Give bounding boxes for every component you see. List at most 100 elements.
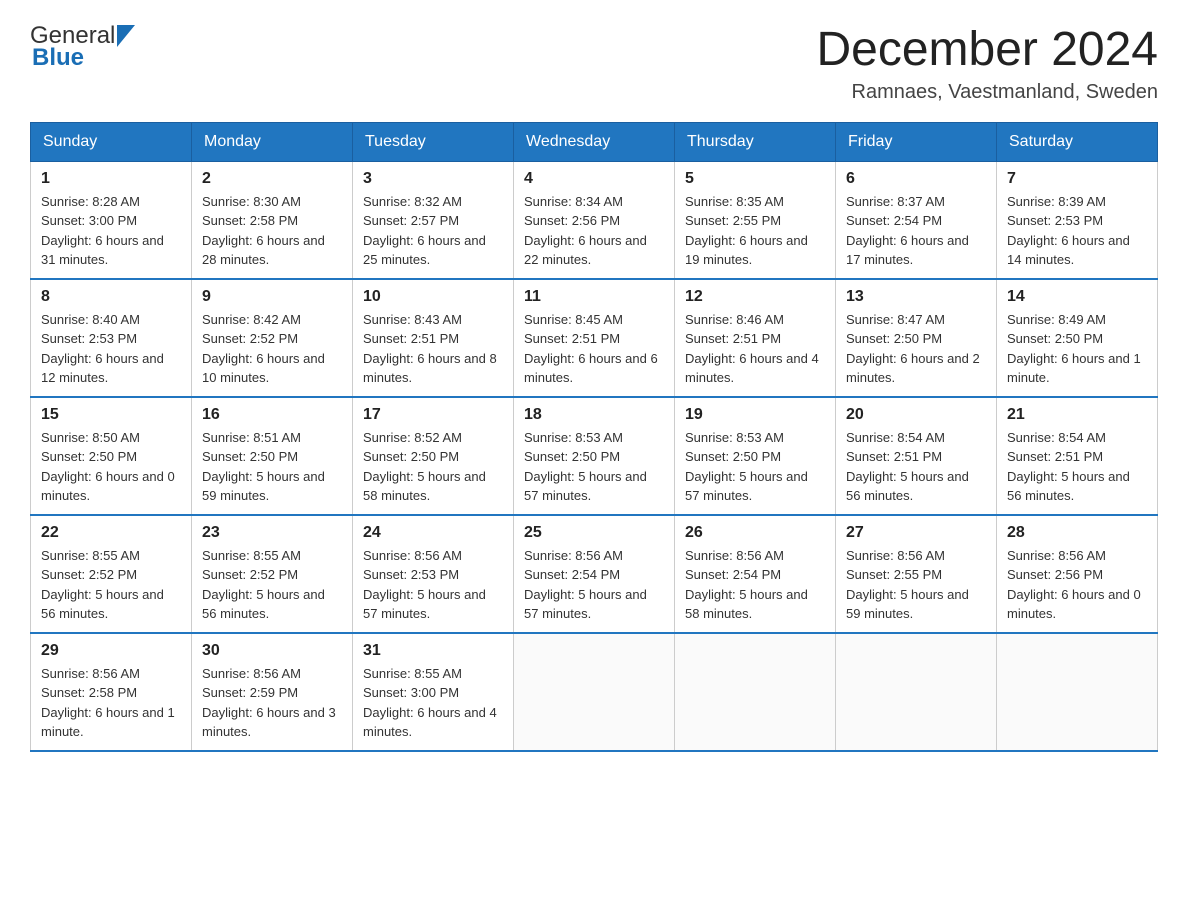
day-info: Sunrise: 8:55 AMSunset: 3:00 PMDaylight:… [363,664,503,742]
calendar-cell: 14 Sunrise: 8:49 AMSunset: 2:50 PMDayligh… [997,279,1158,397]
day-number: 16 [202,406,342,424]
calendar-cell: 31 Sunrise: 8:55 AMSunset: 3:00 PMDayligh… [353,633,514,751]
logo: General Blue [30,24,135,70]
day-info: Sunrise: 8:55 AMSunset: 2:52 PMDaylight:… [41,546,181,624]
calendar-cell: 13 Sunrise: 8:47 AMSunset: 2:50 PMDayligh… [836,279,997,397]
week-row-4: 22 Sunrise: 8:55 AMSunset: 2:52 PMDayligh… [31,515,1158,633]
week-row-1: 1 Sunrise: 8:28 AMSunset: 3:00 PMDaylight… [31,161,1158,279]
day-info: Sunrise: 8:37 AMSunset: 2:54 PMDaylight:… [846,192,986,270]
calendar-cell: 25Sunrise: 8:56 AMSunset: 2:54 PMDayligh… [514,515,675,633]
day-number: 28 [1007,524,1147,542]
header-sunday: Sunday [31,122,192,161]
day-info: Sunrise: 8:32 AMSunset: 2:57 PMDaylight:… [363,192,503,270]
day-number: 23 [202,524,342,542]
day-info: Sunrise: 8:56 AMSunset: 2:58 PMDaylight:… [41,664,181,742]
day-info: Sunrise: 8:35 AMSunset: 2:55 PMDaylight:… [685,192,825,270]
header-friday: Friday [836,122,997,161]
day-number: 13 [846,288,986,306]
day-info: Sunrise: 8:53 AMSunset: 2:50 PMDaylight:… [524,428,664,506]
day-number: 27 [846,524,986,542]
header-row: SundayMondayTuesdayWednesdayThursdayFrid… [31,122,1158,161]
calendar-cell: 20 Sunrise: 8:54 AMSunset: 2:51 PMDayligh… [836,397,997,515]
calendar-cell: 11 Sunrise: 8:45 AMSunset: 2:51 PMDayligh… [514,279,675,397]
day-info: Sunrise: 8:52 AMSunset: 2:50 PMDaylight:… [363,428,503,506]
subtitle: Ramnaes, Vaestmanland, Sweden [816,81,1158,104]
day-number: 26 [685,524,825,542]
calendar-cell: 4Sunrise: 8:34 AMSunset: 2:56 PMDaylight… [514,161,675,279]
week-row-5: 29 Sunrise: 8:56 AMSunset: 2:58 PMDayligh… [31,633,1158,751]
calendar-cell: 18 Sunrise: 8:53 AMSunset: 2:50 PMDayligh… [514,397,675,515]
header-saturday: Saturday [997,122,1158,161]
calendar-cell [836,633,997,751]
calendar-body: 1 Sunrise: 8:28 AMSunset: 3:00 PMDaylight… [31,161,1158,751]
day-info: Sunrise: 8:49 AMSunset: 2:50 PMDaylight:… [1007,310,1147,388]
day-number: 20 [846,406,986,424]
header-tuesday: Tuesday [353,122,514,161]
day-number: 11 [524,288,664,306]
calendar-cell: 7 Sunrise: 8:39 AMSunset: 2:53 PMDaylight… [997,161,1158,279]
day-info: Sunrise: 8:43 AMSunset: 2:51 PMDaylight:… [363,310,503,388]
day-number: 29 [41,642,181,660]
calendar-cell: 30Sunrise: 8:56 AMSunset: 2:59 PMDayligh… [192,633,353,751]
day-number: 19 [685,406,825,424]
day-info: Sunrise: 8:56 AMSunset: 2:53 PMDaylight:… [363,546,503,624]
calendar-cell: 12 Sunrise: 8:46 AMSunset: 2:51 PMDayligh… [675,279,836,397]
day-number: 1 [41,170,181,188]
header-thursday: Thursday [675,122,836,161]
day-info: Sunrise: 8:40 AMSunset: 2:53 PMDaylight:… [41,310,181,388]
calendar-cell: 21Sunrise: 8:54 AMSunset: 2:51 PMDayligh… [997,397,1158,515]
day-info: Sunrise: 8:30 AMSunset: 2:58 PMDaylight:… [202,192,342,270]
day-number: 15 [41,406,181,424]
calendar-cell: 23 Sunrise: 8:55 AMSunset: 2:52 PMDayligh… [192,515,353,633]
day-number: 9 [202,288,342,306]
day-number: 8 [41,288,181,306]
logo-blue-text: Blue [32,46,84,70]
day-number: 30 [202,642,342,660]
day-number: 14 [1007,288,1147,306]
calendar-cell: 9 Sunrise: 8:42 AMSunset: 2:52 PMDaylight… [192,279,353,397]
day-info: Sunrise: 8:54 AMSunset: 2:51 PMDaylight:… [846,428,986,506]
day-info: Sunrise: 8:53 AMSunset: 2:50 PMDaylight:… [685,428,825,506]
day-info: Sunrise: 8:28 AMSunset: 3:00 PMDaylight:… [41,192,181,270]
day-number: 18 [524,406,664,424]
calendar-cell [514,633,675,751]
day-info: Sunrise: 8:56 AMSunset: 2:54 PMDaylight:… [685,546,825,624]
calendar-cell: 17 Sunrise: 8:52 AMSunset: 2:50 PMDayligh… [353,397,514,515]
day-number: 10 [363,288,503,306]
header-monday: Monday [192,122,353,161]
day-info: Sunrise: 8:34 AMSunset: 2:56 PMDaylight:… [524,192,664,270]
main-title: December 2024 [816,24,1158,77]
day-number: 7 [1007,170,1147,188]
day-info: Sunrise: 8:39 AMSunset: 2:53 PMDaylight:… [1007,192,1147,270]
week-row-2: 8 Sunrise: 8:40 AMSunset: 2:53 PMDaylight… [31,279,1158,397]
page-header: General Blue December 2024 Ramnaes, Vaes… [30,24,1158,104]
day-info: Sunrise: 8:50 AMSunset: 2:50 PMDaylight:… [41,428,181,506]
calendar-cell: 8 Sunrise: 8:40 AMSunset: 2:53 PMDaylight… [31,279,192,397]
calendar-cell [675,633,836,751]
logo-arrow-icon [117,25,135,47]
day-info: Sunrise: 8:45 AMSunset: 2:51 PMDaylight:… [524,310,664,388]
day-info: Sunrise: 8:42 AMSunset: 2:52 PMDaylight:… [202,310,342,388]
day-number: 6 [846,170,986,188]
day-number: 21 [1007,406,1147,424]
calendar-table: SundayMondayTuesdayWednesdayThursdayFrid… [30,122,1158,752]
calendar-cell: 26 Sunrise: 8:56 AMSunset: 2:54 PMDayligh… [675,515,836,633]
day-info: Sunrise: 8:47 AMSunset: 2:50 PMDaylight:… [846,310,986,388]
day-number: 3 [363,170,503,188]
day-info: Sunrise: 8:46 AMSunset: 2:51 PMDaylight:… [685,310,825,388]
calendar-cell: 29 Sunrise: 8:56 AMSunset: 2:58 PMDayligh… [31,633,192,751]
day-number: 5 [685,170,825,188]
day-number: 17 [363,406,503,424]
calendar-header: SundayMondayTuesdayWednesdayThursdayFrid… [31,122,1158,161]
day-info: Sunrise: 8:56 AMSunset: 2:55 PMDaylight:… [846,546,986,624]
day-info: Sunrise: 8:55 AMSunset: 2:52 PMDaylight:… [202,546,342,624]
day-number: 12 [685,288,825,306]
calendar-cell: 27 Sunrise: 8:56 AMSunset: 2:55 PMDayligh… [836,515,997,633]
calendar-cell: 24Sunrise: 8:56 AMSunset: 2:53 PMDayligh… [353,515,514,633]
calendar-cell: 16Sunrise: 8:51 AMSunset: 2:50 PMDayligh… [192,397,353,515]
day-number: 25 [524,524,664,542]
day-number: 22 [41,524,181,542]
title-block: December 2024 Ramnaes, Vaestmanland, Swe… [816,24,1158,104]
day-number: 31 [363,642,503,660]
calendar-cell: 19 Sunrise: 8:53 AMSunset: 2:50 PMDayligh… [675,397,836,515]
